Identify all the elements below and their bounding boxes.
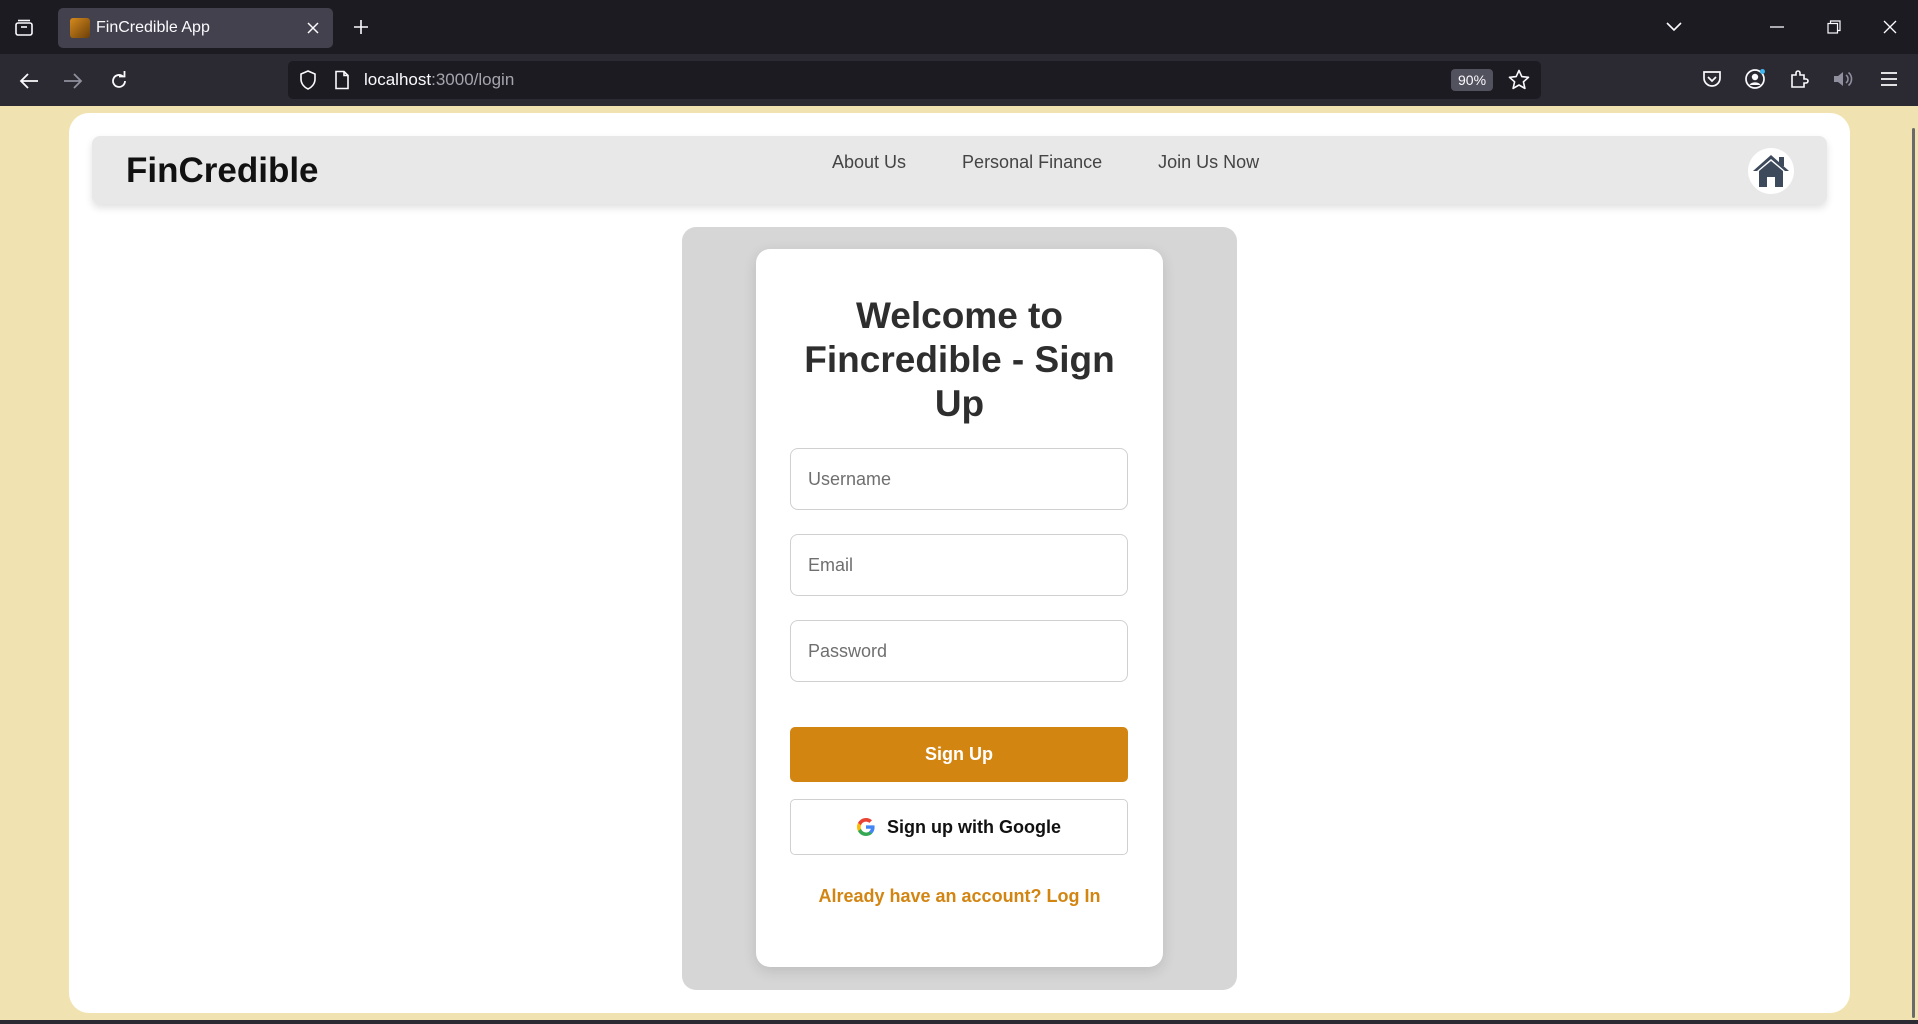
back-icon[interactable] xyxy=(14,66,44,96)
nav-join-us-now[interactable]: Join Us Now xyxy=(1158,152,1259,173)
login-link[interactable]: Already have an account? Log In xyxy=(756,886,1163,907)
home-icon xyxy=(1753,155,1789,187)
username-input[interactable] xyxy=(790,448,1128,510)
bottom-edge xyxy=(0,1020,1918,1024)
tab-title: FinCredible App xyxy=(96,19,210,36)
google-sign-up-button[interactable]: Sign up with Google xyxy=(790,799,1128,855)
signup-form-card: Welcome to Fincredible - Sign Up Sign Up… xyxy=(756,249,1163,967)
scrollbar-thumb[interactable] xyxy=(1912,128,1915,1018)
email-input[interactable] xyxy=(790,534,1128,596)
favicon-icon xyxy=(70,18,90,38)
bookmark-star-icon[interactable] xyxy=(1508,69,1530,91)
password-input[interactable] xyxy=(790,620,1128,682)
close-window-icon[interactable] xyxy=(1876,14,1904,40)
close-tab-icon[interactable] xyxy=(303,18,323,38)
extensions-icon[interactable] xyxy=(1784,64,1814,94)
minimize-icon[interactable] xyxy=(1763,14,1791,40)
menu-hamburger-icon[interactable] xyxy=(1874,64,1904,94)
shield-icon[interactable] xyxy=(298,70,318,90)
site-nav: About Us Personal Finance Join Us Now xyxy=(832,152,1259,173)
pocket-icon[interactable] xyxy=(1697,64,1727,94)
restore-icon[interactable] xyxy=(1820,14,1848,40)
forward-icon[interactable] xyxy=(58,66,88,96)
nav-about-us[interactable]: About Us xyxy=(832,152,906,173)
browser-tab[interactable]: FinCredible App xyxy=(58,8,333,48)
zoom-level-badge[interactable]: 90% xyxy=(1451,69,1494,91)
url-host: localhost xyxy=(364,70,432,89)
url-bar[interactable]: localhost:3000/login 90% xyxy=(288,61,1541,99)
browser-tab-bar: FinCredible App xyxy=(0,0,1918,54)
google-icon xyxy=(857,818,875,836)
reload-icon[interactable] xyxy=(104,66,134,96)
url-text[interactable]: localhost:3000/login xyxy=(364,70,514,90)
new-tab-icon[interactable] xyxy=(348,14,374,40)
speaker-icon[interactable] xyxy=(1828,64,1858,94)
nav-personal-finance[interactable]: Personal Finance xyxy=(962,152,1102,173)
brand-logo-text[interactable]: FinCredible xyxy=(126,151,319,191)
tab-list-icon[interactable] xyxy=(10,14,38,42)
sign-up-button[interactable]: Sign Up xyxy=(790,727,1128,782)
account-icon[interactable] xyxy=(1740,64,1770,94)
signup-title: Welcome to Fincredible - Sign Up xyxy=(804,295,1115,424)
google-button-label: Sign up with Google xyxy=(887,816,1061,837)
home-button[interactable] xyxy=(1748,148,1794,194)
page-info-icon[interactable] xyxy=(332,70,352,90)
url-path: :3000/login xyxy=(431,70,515,89)
site-header: FinCredible About Us Personal Finance Jo… xyxy=(92,136,1827,204)
tab-overflow-chevron-icon[interactable] xyxy=(1660,14,1688,40)
